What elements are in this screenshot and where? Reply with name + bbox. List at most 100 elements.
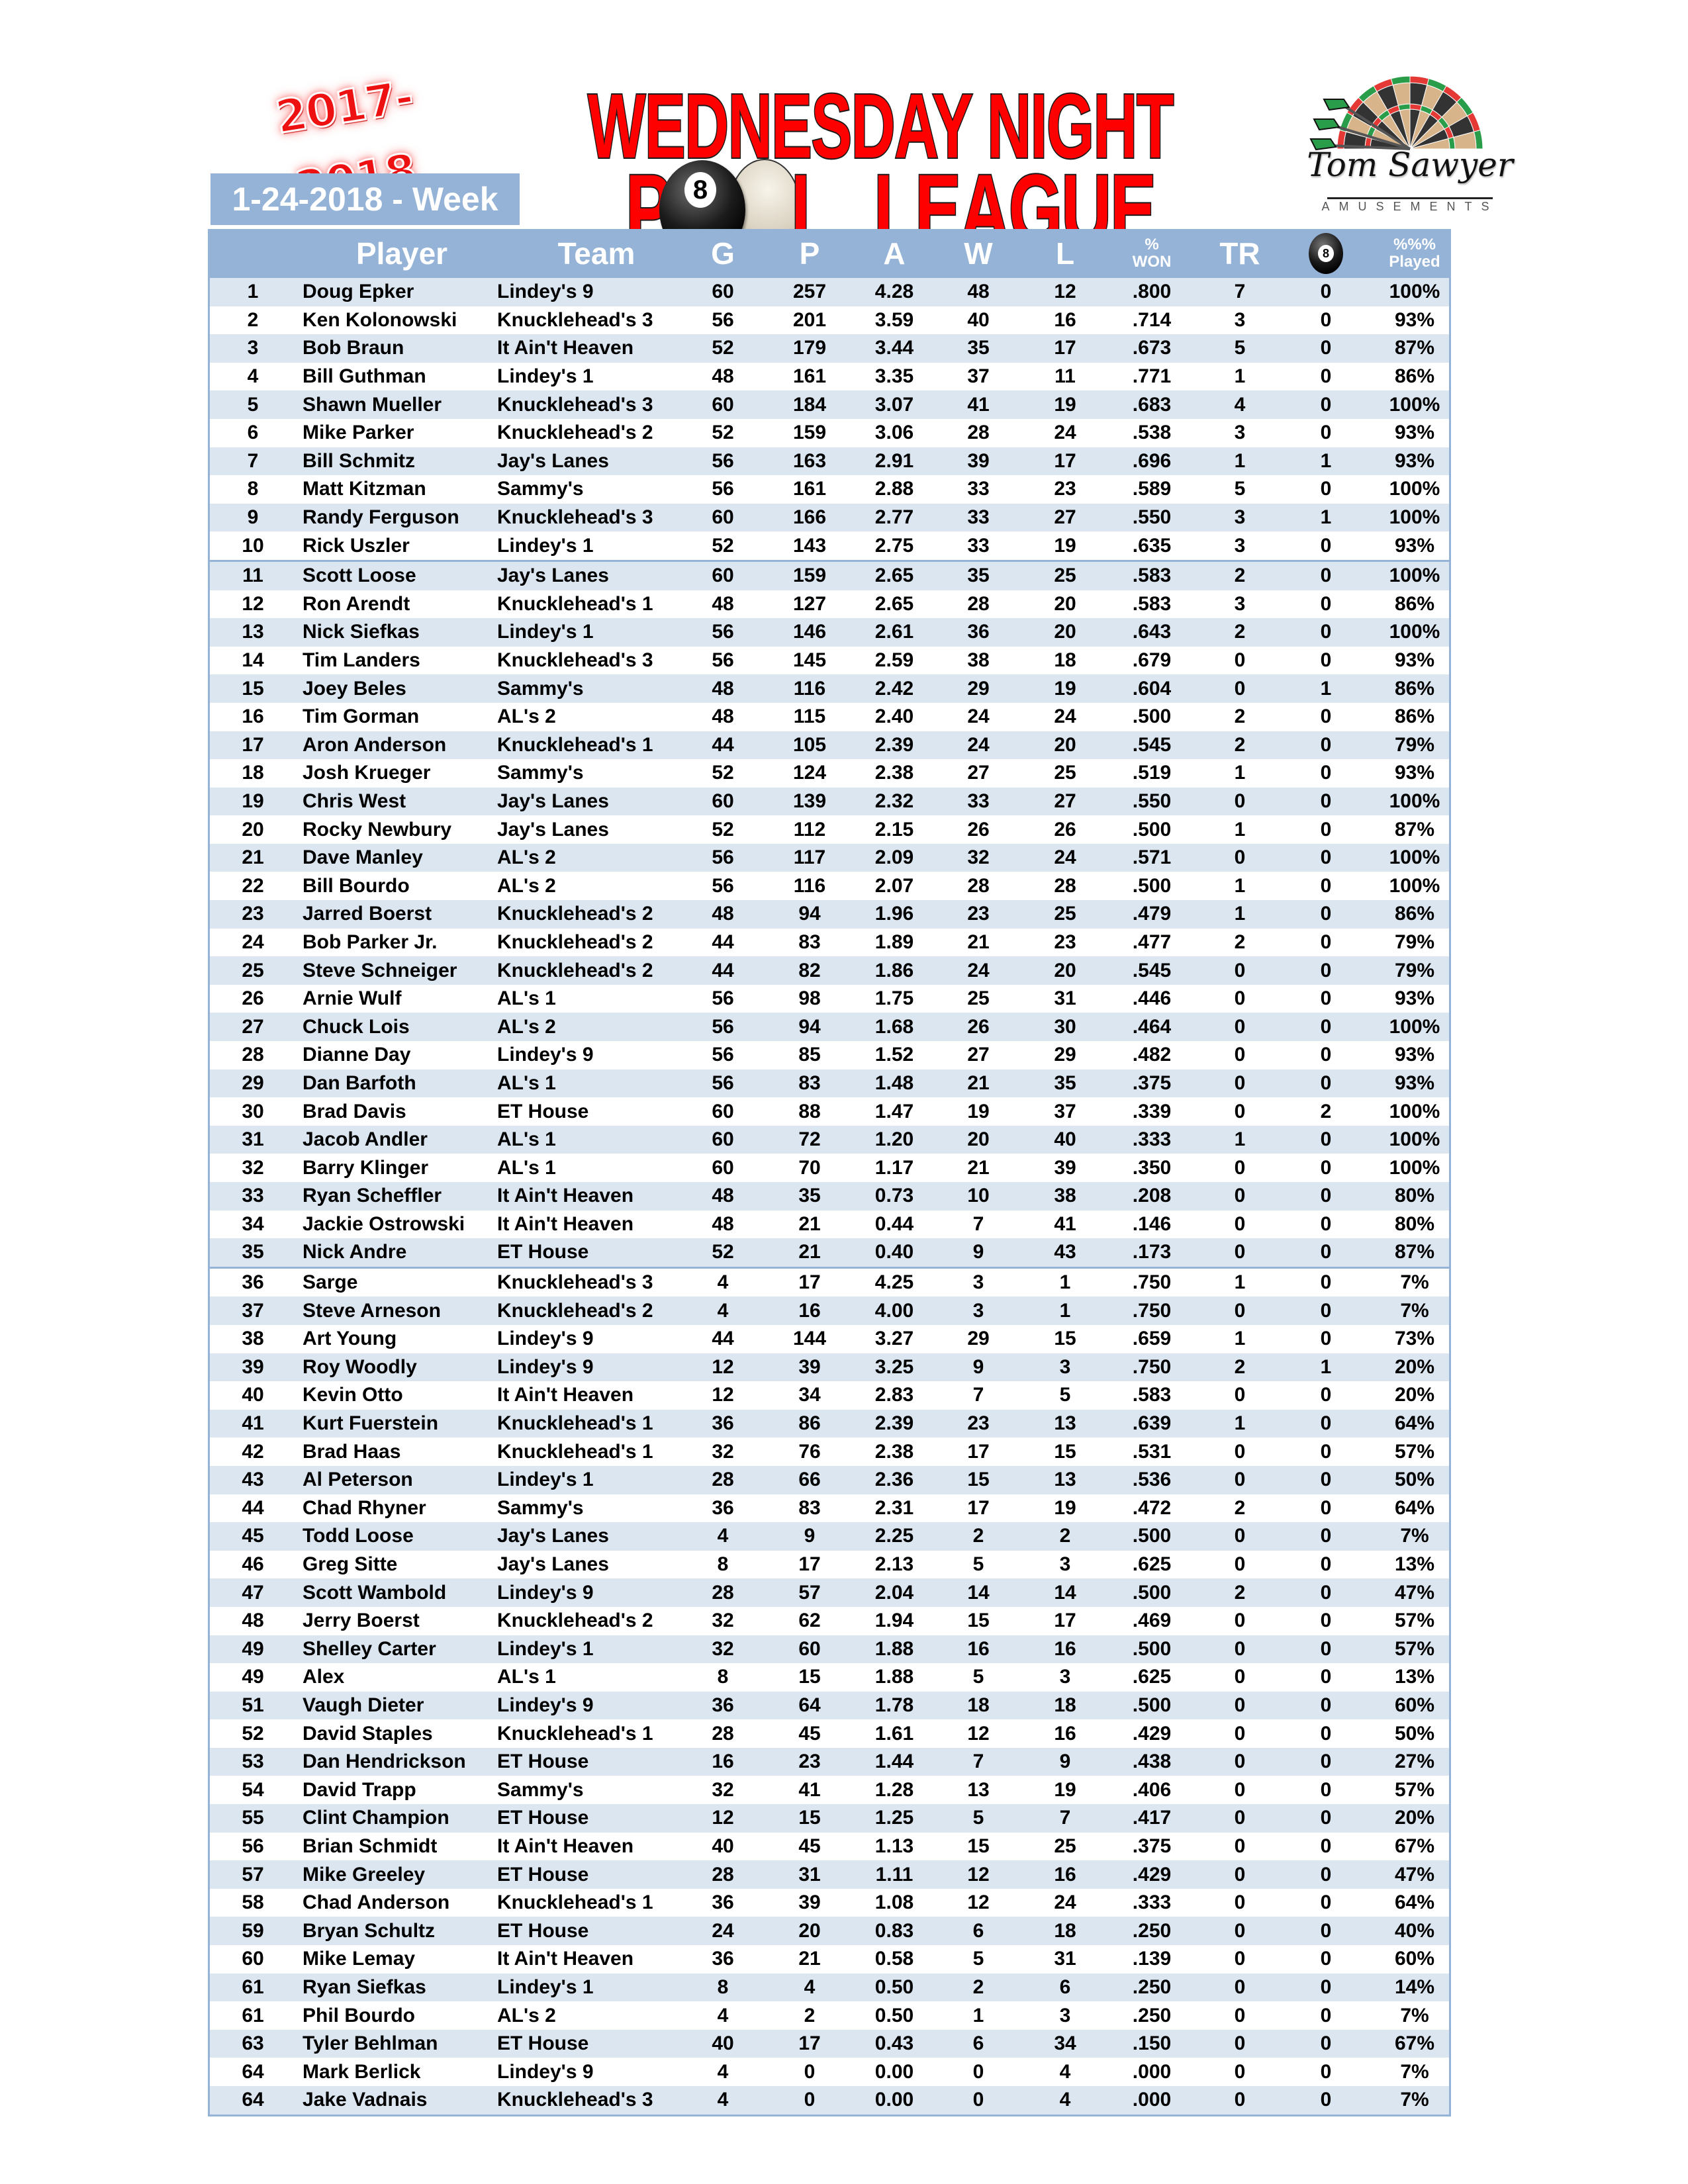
cell-rank: 1 bbox=[247, 281, 259, 303]
cell-player: Scott Loose bbox=[303, 565, 416, 587]
cell-p: 163 bbox=[792, 449, 827, 472]
cell-tr: 0 bbox=[1234, 1807, 1246, 1829]
cell-p: 184 bbox=[792, 393, 827, 416]
cell-w: 33 bbox=[967, 790, 990, 812]
cell-tr: 0 bbox=[1234, 1778, 1246, 1801]
cell-eight-ball: 0 bbox=[1320, 1212, 1332, 1235]
cell-a: 1.75 bbox=[874, 987, 914, 1010]
cell-tr: 1 bbox=[1234, 874, 1246, 897]
cell-p: 98 bbox=[798, 987, 821, 1010]
cell-l: 37 bbox=[1054, 1100, 1076, 1122]
cell-team: Knucklehead's 2 bbox=[497, 959, 653, 981]
cell-player: Ron Arendt bbox=[303, 592, 410, 615]
cell-l: 19 bbox=[1054, 534, 1076, 557]
cell-rank: 56 bbox=[242, 1835, 264, 1857]
cell-tr: 0 bbox=[1234, 846, 1246, 869]
cell-l: 24 bbox=[1054, 1891, 1076, 1914]
cell-player: Roy Woodly bbox=[303, 1355, 417, 1378]
col-a: A bbox=[883, 236, 906, 271]
table-row: 22 Bill Bourdo AL's 2 56 116 2.07 28 28 .500 1 0 10… bbox=[210, 872, 1449, 901]
cell-tr: 0 bbox=[1234, 1835, 1246, 1857]
cell-pct-played: 67% bbox=[1394, 1835, 1435, 1857]
cell-w: 35 bbox=[967, 337, 990, 359]
cell-pct-played: 87% bbox=[1394, 337, 1435, 359]
cell-a: 0.00 bbox=[874, 2060, 914, 2083]
cell-pct-won: .250 bbox=[1132, 1976, 1172, 1998]
cell-w: 20 bbox=[967, 1128, 990, 1151]
cell-l: 20 bbox=[1054, 733, 1076, 756]
cell-team: AL's 1 bbox=[497, 1128, 556, 1151]
cell-player: David Trapp bbox=[303, 1778, 416, 1801]
cell-tr: 7 bbox=[1234, 281, 1246, 303]
table-row: 21 Dave Manley AL's 2 56 117 2.09 32 24 .571 0 0 10… bbox=[210, 843, 1449, 872]
table-row: 8 Matt Kitzman Sammy's 56 161 2.88 33 23 .589 5 0 1… bbox=[210, 475, 1449, 504]
cell-g: 52 bbox=[712, 534, 734, 557]
cell-team: It Ain't Heaven bbox=[497, 1384, 634, 1406]
cell-team: It Ain't Heaven bbox=[497, 1948, 634, 1970]
cell-eight-ball: 0 bbox=[1320, 1919, 1332, 1942]
cell-team: Lindey's 9 bbox=[497, 1355, 594, 1378]
cell-pct-played: 93% bbox=[1394, 534, 1435, 557]
logo-divider bbox=[1327, 197, 1493, 199]
cell-team: Jay's Lanes bbox=[497, 565, 609, 587]
logo-name: Tom Sawyer bbox=[1307, 146, 1513, 184]
cell-team: Lindey's 9 bbox=[497, 281, 594, 303]
cell-l: 12 bbox=[1054, 281, 1076, 303]
cell-w: 38 bbox=[967, 649, 990, 672]
cell-pct-won: .500 bbox=[1132, 1525, 1172, 1547]
cell-w: 15 bbox=[967, 1835, 990, 1857]
cell-pct-played: 7% bbox=[1400, 2089, 1429, 2111]
cell-pct-won: .550 bbox=[1132, 506, 1172, 529]
cell-rank: 38 bbox=[242, 1328, 264, 1350]
cell-player: Bryan Schultz bbox=[303, 1919, 436, 1942]
cell-eight-ball: 0 bbox=[1320, 762, 1332, 784]
cell-pct-played: 93% bbox=[1394, 422, 1435, 444]
cell-team: Jay's Lanes bbox=[497, 818, 609, 841]
cell-pct-played: 13% bbox=[1394, 1666, 1435, 1688]
cell-p: 35 bbox=[798, 1185, 821, 1207]
table-row: 2 Ken Kolonowski Knucklehead's 3 56 201 3.59 4… bbox=[210, 306, 1449, 335]
cell-g: 24 bbox=[712, 1919, 734, 1942]
cell-team: It Ain't Heaven bbox=[497, 1835, 634, 1857]
cell-a: 1.89 bbox=[874, 931, 914, 953]
cell-l: 16 bbox=[1054, 1863, 1076, 1886]
table-row: 49 Alex AL's 1 8 15 1.88 5 3 .625 0 0 13% bbox=[210, 1663, 1449, 1692]
cell-team: Jay's Lanes bbox=[497, 1553, 609, 1576]
cell-w: 12 bbox=[967, 1863, 990, 1886]
cell-rank: 36 bbox=[242, 1271, 264, 1294]
cell-p: 16 bbox=[798, 1299, 821, 1322]
cell-player: Greg Sitte bbox=[303, 1553, 398, 1576]
cell-rank: 29 bbox=[242, 1071, 264, 1094]
cell-rank: 33 bbox=[242, 1185, 264, 1207]
cell-pct-won: .375 bbox=[1132, 1835, 1172, 1857]
cell-pct-won: .469 bbox=[1132, 1610, 1172, 1632]
cell-tr: 1 bbox=[1234, 1412, 1246, 1435]
cell-team: Jay's Lanes bbox=[497, 449, 609, 472]
cell-pct-won: .625 bbox=[1132, 1666, 1172, 1688]
cell-g: 4 bbox=[717, 1299, 729, 1322]
cell-l: 38 bbox=[1054, 1185, 1076, 1207]
cell-pct-won: .583 bbox=[1132, 592, 1172, 615]
cell-team: Sammy's bbox=[497, 762, 584, 784]
cell-player: Dave Manley bbox=[303, 846, 423, 869]
cell-w: 6 bbox=[972, 2032, 984, 2055]
cell-l: 19 bbox=[1054, 1496, 1076, 1519]
col-player: Player bbox=[355, 236, 448, 271]
cell-team: Knucklehead's 3 bbox=[497, 506, 653, 529]
cell-eight-ball: 0 bbox=[1320, 1863, 1332, 1886]
cell-p: 145 bbox=[792, 649, 827, 672]
cell-eight-ball: 0 bbox=[1320, 705, 1332, 728]
cell-w: 24 bbox=[967, 733, 990, 756]
cell-eight-ball: 0 bbox=[1320, 1948, 1332, 1970]
cell-pct-played: 57% bbox=[1394, 1778, 1435, 1801]
cell-p: 166 bbox=[792, 506, 827, 529]
cell-rank: 48 bbox=[242, 1610, 264, 1632]
cell-team: Lindey's 1 bbox=[497, 621, 594, 643]
cell-pct-won: .250 bbox=[1132, 2004, 1172, 2026]
table-row: 49 Shelley Carter Lindey's 1 32 60 1.88 16 16 .5… bbox=[210, 1635, 1449, 1664]
table-row: 53 Dan Hendrickson ET House 16 23 1.44 7 9 .438 0… bbox=[210, 1747, 1449, 1776]
cell-a: 2.61 bbox=[874, 621, 914, 643]
cell-player: Mike Greeley bbox=[303, 1863, 426, 1886]
cell-pct-won: .339 bbox=[1132, 1100, 1172, 1122]
cell-l: 3 bbox=[1059, 1666, 1071, 1688]
